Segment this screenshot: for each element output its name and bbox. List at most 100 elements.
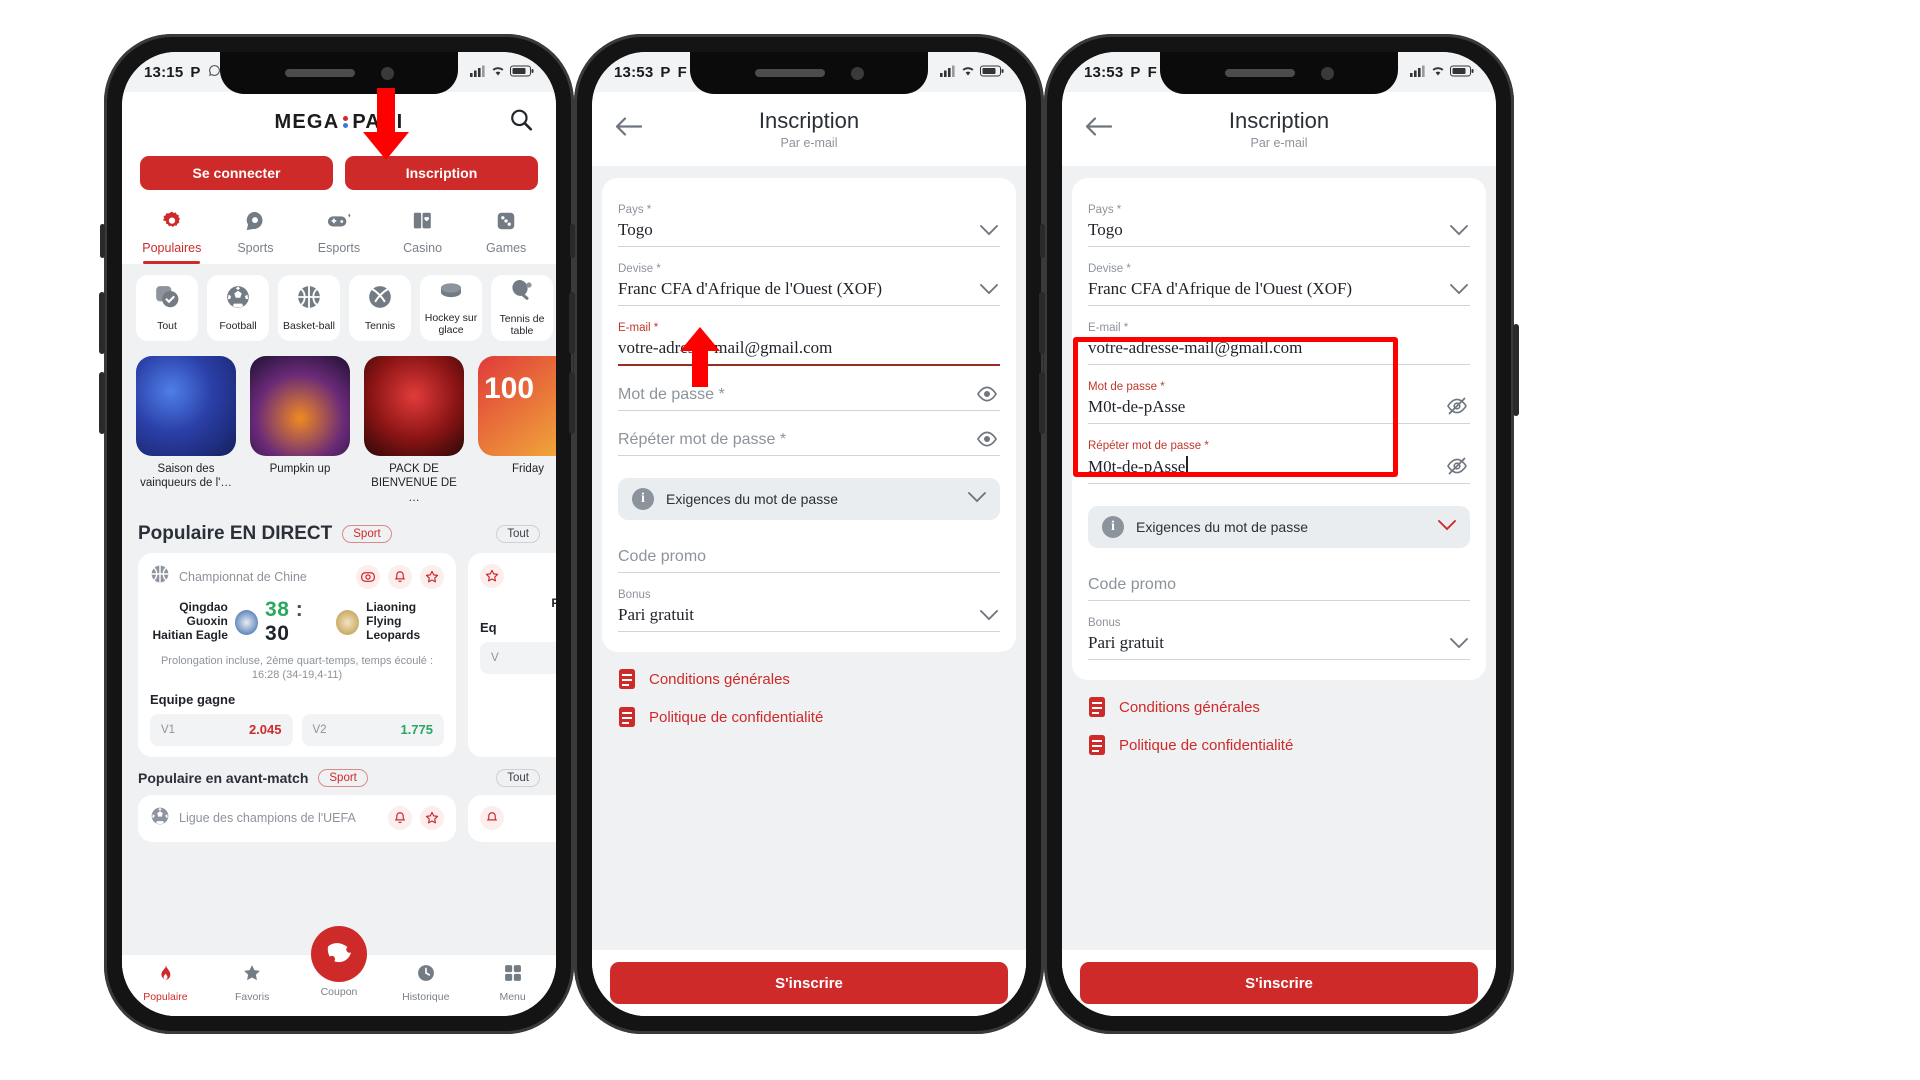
password-repeat-field[interactable]: Répéter mot de passe * [618,415,1000,460]
register-submit-button[interactable]: S'inscrire [1080,962,1478,1004]
nav-favoris[interactable]: Favoris [209,963,296,1003]
promo-code-field[interactable]: Code promo [618,520,1000,577]
match-header: Championnat de Chine [150,564,444,589]
promo-card[interactable]: PACK DE BIENVENUE DE … [364,356,464,505]
scoreboard: Qingdao Guoxin Haitian Eagle 38 : 30 Lia… [150,598,444,646]
link-label: Conditions générales [649,670,790,688]
nav-label: Menu [499,991,526,1003]
promo-carousel[interactable]: Saison des vainqueurs de l'… Pumpkin up … [122,352,556,511]
chevron-down-icon[interactable] [1450,636,1468,654]
chip-tennis[interactable]: Tennis [349,275,411,341]
see-all-button[interactable]: Tout [496,768,540,787]
eye-off-icon[interactable] [1446,397,1468,420]
tab-esports[interactable]: Esports [297,204,381,264]
country-field[interactable]: Pays * Togo [1088,192,1470,251]
chip-basketball[interactable]: Basket-ball [278,275,340,341]
live-match-list[interactable]: Championnat de Chine Qingdao Guoxin Hait… [122,553,556,757]
bell-icon[interactable] [388,564,412,589]
search-icon[interactable] [508,107,534,138]
sport-filter-chips[interactable]: Tout Football Basket-ball Tennis Hockey … [122,264,556,352]
chevron-down-icon[interactable] [968,490,986,508]
eye-icon[interactable] [976,431,998,452]
prematch-match-list[interactable]: Ligue des champions de l'UEFA [122,794,556,842]
chevron-down-icon[interactable] [980,608,998,626]
red-down-arrow-icon [358,88,414,165]
volume-up-button[interactable] [99,292,105,354]
currency-field[interactable]: Devise * Franc CFA d'Afrique de l'Ouest … [618,251,1000,310]
password-requirements-box[interactable]: i Exigences du mot de passe [618,478,1000,520]
phone-3-screen: 13:53 P F Inscription Par e-mail Pays * … [1062,52,1496,1016]
country-field[interactable]: Pays * Togo [618,192,1000,251]
tab-casino[interactable]: Casino [381,204,465,264]
star-icon[interactable] [420,564,444,589]
prematch-section-header: Populaire en avant-match Sport Tout [122,757,556,795]
password-requirements-box[interactable]: i Exigences du mot de passe [1088,506,1470,548]
registration-body[interactable]: Pays * Togo Devise * Franc CFA d'Afrique… [1062,166,1496,1016]
eye-off-icon[interactable] [1446,457,1468,480]
chevron-down-icon[interactable] [980,223,998,241]
promo-card[interactable]: Saison des vainqueurs de l'… [136,356,236,505]
terms-link[interactable]: Conditions générales [1062,680,1496,718]
back-arrow-icon[interactable] [1084,116,1113,143]
promo-code-field[interactable]: Code promo [1088,548,1470,605]
phone-1-scroll[interactable]: MEGA PARI Se connecter Inscription [122,92,556,1016]
email-field[interactable]: E-mail * votre-adresse-mail@gmail.com [1088,310,1470,369]
nav-historique[interactable]: Historique [382,963,469,1003]
volume-down-button[interactable] [1039,372,1045,434]
live-match-card-next[interactable]: Pr Eq V [468,553,556,757]
login-button[interactable]: Se connecter [140,156,333,190]
bonus-field[interactable]: Bonus Pari gratuit [1088,605,1470,664]
volume-down-button[interactable] [99,372,105,434]
chip-table-tennis[interactable]: Tennis de table [491,275,553,341]
terms-link[interactable]: Conditions générales [592,652,1026,690]
bonus-field[interactable]: Bonus Pari gratuit [618,577,1000,636]
stats-icon[interactable] [356,564,380,589]
volume-up-button[interactable] [1039,292,1045,354]
mute-switch[interactable] [1040,224,1045,258]
privacy-link[interactable]: Politique de confidentialité [1062,718,1496,756]
nav-menu[interactable]: Menu [469,963,556,1003]
chip-football[interactable]: Football [207,275,269,341]
privacy-link[interactable]: Politique de confidentialité [592,690,1026,728]
volume-up-button[interactable] [569,292,575,354]
nav-populaire[interactable]: Populaire [122,963,209,1003]
bell-icon[interactable] [480,806,504,831]
section-title: Populaire EN DIRECT [138,523,333,545]
phone-3-registration-filled: 13:53 P F Inscription Par e-mail Pays * … [1039,34,1519,1034]
see-all-button[interactable]: Tout [496,525,540,544]
odd-button-v2[interactable]: V2 1.775 [301,713,444,746]
star-icon[interactable] [420,806,444,831]
volume-down-button[interactable] [569,372,575,434]
document-icon [1088,734,1106,756]
bell-icon[interactable] [388,806,412,831]
back-arrow-icon[interactable] [614,116,643,143]
password-repeat-field[interactable]: Répéter mot de passe * M0t-de-pAsse [1088,428,1470,488]
promo-card[interactable]: Pumpkin up [250,356,350,505]
odd-button-v1[interactable]: V1 2.045 [150,713,293,746]
currency-field[interactable]: Devise * Franc CFA d'Afrique de l'Ouest … [1088,251,1470,310]
eye-icon[interactable] [976,386,998,407]
power-button[interactable] [1513,324,1519,416]
registration-form: Pays * Togo Devise * Franc CFA d'Afrique… [602,178,1016,652]
promo-card[interactable]: 100 Friday [478,356,556,505]
prematch-match-card-next[interactable] [468,794,556,842]
star-icon[interactable] [480,564,504,589]
chevron-down-icon[interactable] [980,282,998,300]
chip-tout[interactable]: Tout [136,275,198,341]
chip-hockey[interactable]: Hockey sur glace [420,275,482,341]
registration-body[interactable]: Pays * Togo Devise * Franc CFA d'Afrique… [592,166,1026,1016]
tab-populaires[interactable]: Populaires [130,204,214,264]
tab-games[interactable]: Games [464,204,548,264]
chevron-down-icon[interactable] [1438,518,1456,536]
password-field[interactable]: Mot de passe * M0t-de-pAsse [1088,369,1470,428]
mute-switch[interactable] [100,224,105,258]
chevron-down-icon[interactable] [1450,223,1468,241]
live-match-card[interactable]: Championnat de Chine Qingdao Guoxin Hait… [138,553,456,757]
chevron-down-icon[interactable] [1450,282,1468,300]
odd-button[interactable]: V [480,641,556,674]
mute-switch[interactable] [570,224,575,258]
tab-sports[interactable]: Sports [214,204,298,264]
register-submit-button[interactable]: S'inscrire [610,962,1008,1004]
coupon-fab-button[interactable] [311,926,367,982]
prematch-match-card[interactable]: Ligue des champions de l'UEFA [138,794,456,842]
